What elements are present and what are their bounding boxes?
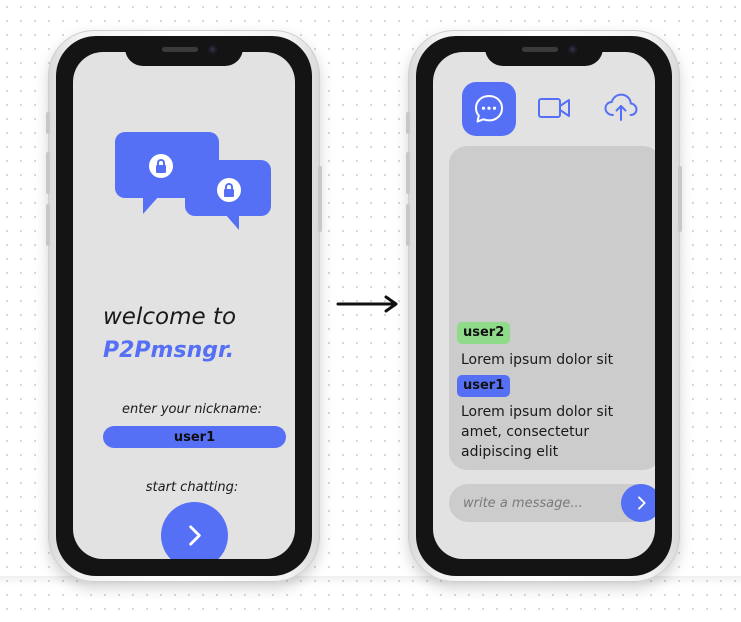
message-input[interactable] [449,484,619,522]
video-camera-icon[interactable] [537,96,571,120]
arrow-right-icon [336,295,398,313]
phone-notch [125,36,243,66]
lock-icon [217,178,241,202]
phone-side-button [318,166,322,232]
phone-side-button [46,152,50,194]
speech-bubble-tail [225,214,239,230]
nickname-label: enter your nickname: [122,402,262,417]
message-composer [449,484,655,522]
nickname-input[interactable] [103,426,286,448]
phone-side-button [406,204,410,246]
phone-side-button [46,204,50,246]
message-sender-badge: user1 [457,375,511,397]
phone-chat: user2 Lorem ipsum dolor sit user1 Lorem … [406,30,682,582]
chat-screen: user2 Lorem ipsum dolor sit user1 Lorem … [433,52,655,559]
start-chatting-label: start chatting: [145,480,239,495]
message-text: Lorem ipsum dolor sit [461,352,614,368]
chat-bubble-icon [475,95,503,123]
message-text: Lorem ipsum dolor sit amet, consectetur … [461,404,614,460]
phone-side-button [406,112,410,134]
cloud-upload-icon[interactable] [603,92,639,122]
front-camera [208,45,217,54]
send-button[interactable] [621,484,655,522]
phone-notch [485,36,603,66]
tab-chat[interactable] [462,82,516,136]
phone-side-button [46,112,50,134]
chevron-right-icon [638,496,646,510]
speaker-grille [162,47,198,52]
phone-login: welcome to P2Pmsngr. enter your nickname… [46,30,322,582]
phone-bezel: user2 Lorem ipsum dolor sit user1 Lorem … [416,36,672,576]
speech-bubble-tail [143,196,159,214]
lock-icon [149,154,173,178]
start-chatting-button[interactable] [161,502,228,559]
app-name: P2Pmsngr. [103,338,235,363]
phone-bezel: welcome to P2Pmsngr. enter your nickname… [56,36,312,576]
phone-side-button [406,152,410,194]
front-camera [568,45,577,54]
speaker-grille [522,47,558,52]
welcome-text: welcome to [103,304,237,330]
chat-lock-icon [115,132,275,236]
chat-messages-panel: user2 Lorem ipsum dolor sit user1 Lorem … [449,146,655,470]
phone-side-button [678,166,682,232]
chevron-right-icon [189,525,201,546]
login-screen: welcome to P2Pmsngr. enter your nickname… [73,52,295,559]
message-sender-badge: user2 [457,322,511,344]
